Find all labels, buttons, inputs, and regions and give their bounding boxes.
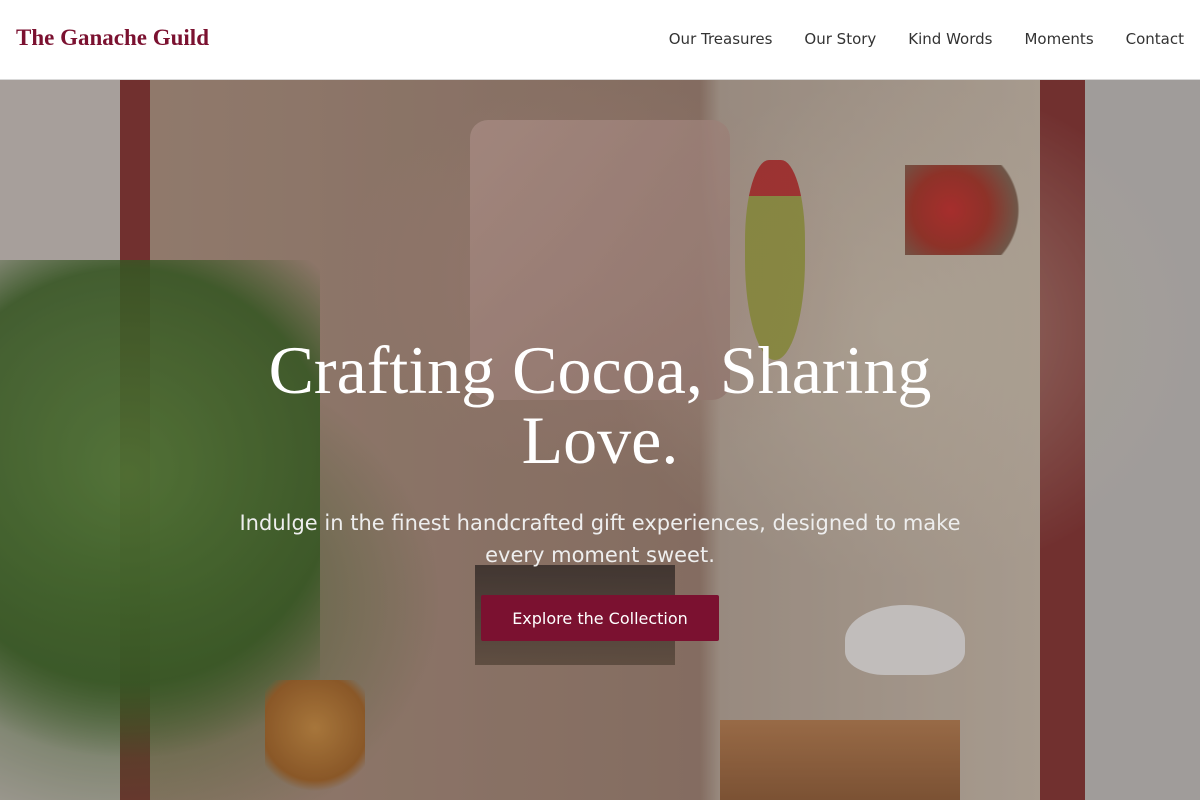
nav-link-our-story[interactable]: Our Story bbox=[804, 30, 876, 48]
explore-collection-button[interactable]: Explore the Collection bbox=[481, 595, 719, 641]
nav-link-our-treasures[interactable]: Our Treasures bbox=[669, 30, 773, 48]
hero-subtitle: Indulge in the finest handcrafted gift e… bbox=[239, 511, 961, 567]
brand-logo-link[interactable]: The Ganache Guild bbox=[16, 25, 209, 51]
nav-link-kind-words[interactable]: Kind Words bbox=[908, 30, 992, 48]
hero-section: Crafting Cocoa, Sharing Love. Indulge in… bbox=[0, 80, 1200, 800]
nav-link-moments[interactable]: Moments bbox=[1024, 30, 1093, 48]
hero-content: Crafting Cocoa, Sharing Love. Indulge in… bbox=[0, 335, 1200, 641]
hero-title: Crafting Cocoa, Sharing Love. bbox=[268, 332, 932, 478]
site-header: The Ganache Guild Our Treasures Our Stor… bbox=[0, 0, 1200, 80]
main-nav: Our Treasures Our Story Kind Words Momen… bbox=[669, 30, 1184, 48]
nav-link-contact[interactable]: Contact bbox=[1126, 30, 1184, 48]
